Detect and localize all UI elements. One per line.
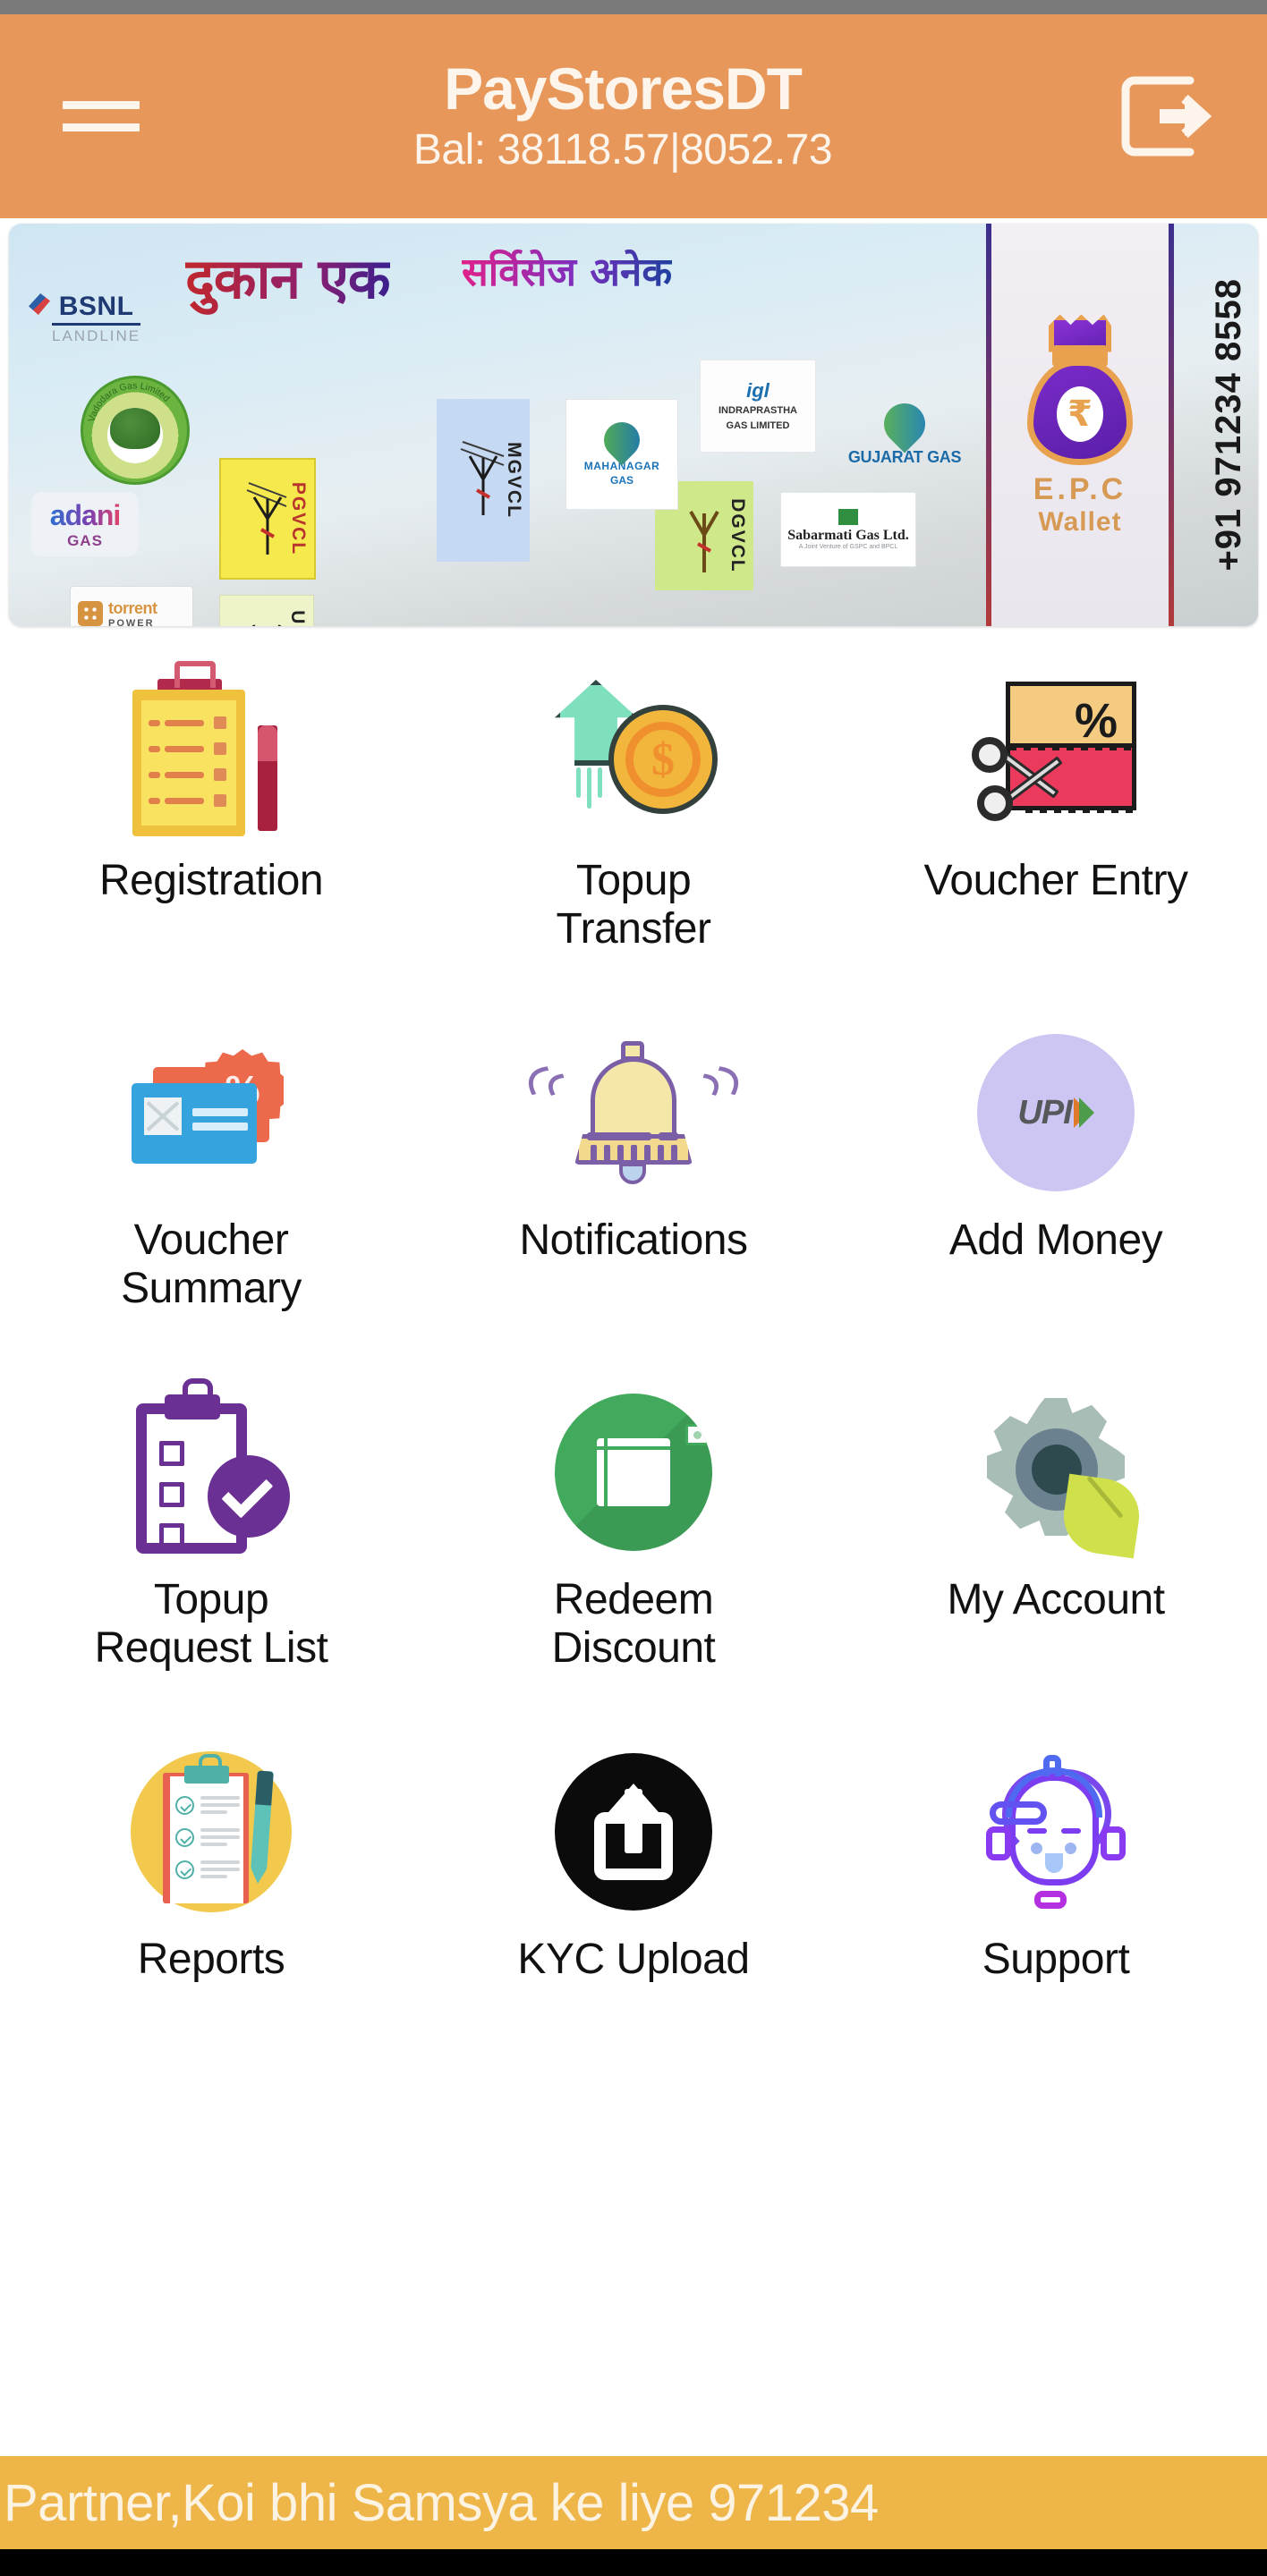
upi-icon: UPI (966, 1023, 1145, 1202)
app-menu-grid: Registration $ Topup Transfer % Voucher … (0, 648, 1267, 2086)
sabarmati-name: Sabarmati Gas Ltd. (787, 528, 909, 543)
adani-name: adani (49, 498, 122, 531)
money-bag-icon: ₹ (1020, 313, 1140, 467)
sabarmati-mark-icon (838, 509, 858, 525)
igl-name: INDRAPRASTHA (719, 405, 797, 417)
upi-text: UPI (1017, 1093, 1072, 1131)
arrow-up-coin-icon: $ (544, 664, 723, 843)
status-bar (0, 0, 1267, 14)
tile-label-redeem-discount: Redeem Discount (551, 1576, 716, 1672)
wallet-icon (544, 1383, 723, 1562)
mgvcl-logo: MGVCL (437, 399, 530, 562)
tile-label-support: Support (982, 1936, 1130, 1983)
sabarmati-gas-logo: Sabarmati Gas Ltd. A Joint Venture of GS… (780, 492, 916, 567)
logout-icon[interactable] (1115, 72, 1215, 161)
tile-registration[interactable]: Registration (0, 648, 422, 1007)
pgvcl-label: PGVCL (288, 481, 309, 556)
tile-label-kyc-upload: KYC Upload (517, 1936, 750, 1983)
tile-topup-transfer[interactable]: $ Topup Transfer (422, 648, 845, 1007)
bsnl-bird-icon (29, 293, 50, 315)
tile-voucher-entry[interactable]: % Voucher Entry (845, 648, 1267, 1007)
tile-label-my-account: My Account (947, 1576, 1165, 1623)
bsnl-sub: LANDLINE (52, 327, 141, 344)
tile-reports[interactable]: Reports (0, 1726, 422, 2086)
report-clipboard-icon (122, 1742, 301, 1921)
bsnl-name: BSNL (52, 292, 141, 326)
tile-my-account[interactable]: My Account (845, 1367, 1267, 1726)
tile-kyc-upload[interactable]: KYC Upload (422, 1726, 845, 2086)
paystores-swoosh-icon (312, 619, 624, 626)
torrent-power-logo: torrent POWER (70, 586, 193, 626)
gujarat-gas-drop-icon (875, 394, 934, 453)
tile-voucher-summary[interactable]: % Voucher Summary (0, 1007, 422, 1367)
tile-redeem-discount[interactable]: Redeem Discount (422, 1367, 845, 1726)
igl-mark: igl (746, 379, 770, 402)
banner-hindi-headline-1: दुकान एक (185, 240, 390, 315)
tile-label-voucher-entry: Voucher Entry (923, 857, 1189, 904)
tile-add-money[interactable]: UPI Add Money (845, 1007, 1267, 1367)
checklist-check-icon (122, 1378, 301, 1562)
promo-banner[interactable]: दुकान एक सर्विसेज अनेक BSNL LANDLINE Vad… (9, 224, 1258, 626)
tile-label-topup-request-list: Topup Request List (94, 1576, 328, 1672)
scrolling-notice-banner[interactable]: Partner,Koi bhi Samsya ke liye 971234 (0, 2456, 1267, 2549)
adani-gas-logo: adani GAS (31, 492, 139, 556)
tile-label-reports: Reports (137, 1936, 285, 1983)
app-header: PayStoresDT Bal: 38118.57|8052.73 (0, 14, 1267, 218)
svg-text:Vadodara Gas Limited: Vadodara Gas Limited (87, 381, 171, 423)
page-title: PayStoresDT (444, 55, 803, 122)
clipboard-pen-icon (122, 661, 301, 843)
tile-label-topup-transfer: Topup Transfer (556, 857, 711, 953)
indraprastha-gas-logo: igl INDRAPRASTHA GAS LIMITED (700, 360, 816, 453)
igl-sub: GAS LIMITED (726, 420, 790, 431)
tile-label-registration: Registration (98, 857, 324, 904)
torrent-name: torrent (108, 598, 157, 617)
mahanagar-gas-logo: MAHANAGAR GAS (565, 399, 678, 510)
ugvcl-label: UGVCL (286, 610, 308, 626)
gear-leaf-icon (966, 1383, 1145, 1562)
epc-wallet-title: E.P.C (1033, 471, 1127, 506)
mgvcl-label: MGVCL (504, 442, 524, 519)
tile-label-add-money: Add Money (948, 1216, 1163, 1264)
sabarmati-sub: A Joint Venture of GSPC and BPCL (798, 544, 898, 550)
system-navigation-bar (0, 2549, 1267, 2576)
epc-wallet-subtitle: Wallet (1038, 506, 1122, 537)
torrent-mark-icon (78, 601, 103, 626)
rupee-symbol: ₹ (1057, 386, 1103, 442)
upload-share-icon (544, 1742, 723, 1921)
discount-card-icon: % (122, 1023, 301, 1202)
adani-sub: GAS (67, 531, 103, 549)
mahanagar-sub: GAS (609, 474, 634, 487)
balance-label: Bal: 38118.57|8052.73 (412, 126, 833, 174)
header-title-block: PayStoresDT Bal: 38118.57|8052.73 (131, 55, 1115, 174)
bsnl-logo: BSNL LANDLINE (29, 292, 141, 345)
support-phone-number: +91 971234 8558 (1203, 224, 1254, 626)
tile-topup-request-list[interactable]: Topup Request List (0, 1367, 422, 1726)
ugvcl-logo: UGVCL (219, 595, 314, 626)
tile-notifications[interactable]: Notifications (422, 1007, 845, 1367)
hamburger-menu-icon[interactable] (63, 84, 140, 148)
dgvcl-label: DGVCL (727, 498, 748, 573)
gas-flame-icon (596, 414, 648, 466)
vadodara-gas-logo: Vadodara Gas Limited (81, 376, 190, 485)
tile-label-notifications: Notifications (519, 1216, 748, 1264)
scrolling-notice-text: Partner,Koi bhi Samsya ke liye 971234 (4, 2473, 879, 2532)
epc-wallet-panel: ₹ E.P.C Wallet (986, 224, 1174, 626)
coupon-scissors-icon: % (966, 664, 1145, 843)
tile-label-voucher-summary: Voucher Summary (121, 1216, 302, 1312)
gujarat-gas-logo: GUJARAT GAS (841, 385, 968, 485)
banner-hindi-headline-2: सर्विसेज अनेक (462, 243, 672, 297)
headset-person-icon (966, 1742, 1145, 1921)
torrent-sub: POWER (108, 617, 155, 627)
support-phone-text: +91 971234 8558 (1208, 278, 1248, 572)
pgvcl-logo: PGVCL (219, 458, 316, 580)
tile-support[interactable]: Support (845, 1726, 1267, 2086)
bell-icon (517, 1023, 750, 1202)
